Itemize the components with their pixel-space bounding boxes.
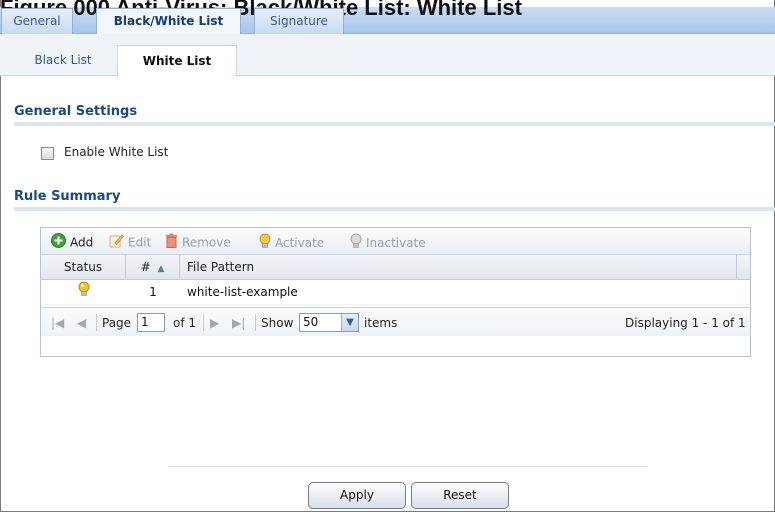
- pager-separator: [203, 314, 204, 331]
- reset-button[interactable]: Reset: [411, 482, 509, 509]
- edit-button[interactable]: Edit: [109, 233, 151, 251]
- tab-black-white-list[interactable]: Black/White List: [96, 8, 241, 35]
- page-label: Page: [102, 316, 132, 330]
- column-header-file-pattern[interactable]: File Pattern: [180, 255, 737, 280]
- file-pattern-cell: white-list-example: [187, 285, 298, 299]
- activate-label: Activate: [275, 236, 325, 250]
- sort-ascending-icon: ▲: [157, 264, 165, 274]
- pager-separator: [96, 314, 97, 331]
- edit-icon: [109, 233, 125, 253]
- tab-white-list[interactable]: White List: [117, 45, 237, 77]
- chevron-down-icon: ▼: [341, 314, 358, 331]
- page-count-label: of 1: [173, 316, 197, 330]
- tab-general[interactable]: General: [1, 8, 73, 34]
- footer-divider: [168, 466, 648, 467]
- rule-summary-rule: [14, 207, 775, 211]
- items-label: items: [364, 316, 398, 330]
- apply-button[interactable]: Apply: [308, 482, 406, 509]
- add-icon: [51, 233, 66, 253]
- activate-button[interactable]: Activate: [259, 233, 324, 251]
- table-row[interactable]: 1 white-list-example: [41, 280, 750, 305]
- add-label: Add: [70, 235, 94, 250]
- add-button[interactable]: Add: [51, 233, 93, 251]
- show-label: Show: [261, 316, 294, 330]
- displaying-status: Displaying 1 - 1 of 1: [625, 316, 746, 330]
- top-tab-bar: Figure 000 Anti-Virus: Black/White List:…: [0, 0, 775, 35]
- general-settings-rule: [14, 122, 775, 126]
- inactivate-label: Inactivate: [366, 236, 426, 250]
- tab-black-list[interactable]: Black List: [22, 45, 104, 76]
- lightbulb-off-icon: [350, 233, 362, 254]
- tab-signature[interactable]: Signature: [254, 8, 344, 34]
- page-number-input[interactable]: 1: [137, 313, 165, 332]
- last-page-icon[interactable]: ▶|: [232, 314, 245, 332]
- lightbulb-icon: [259, 233, 271, 254]
- pager-separator: [255, 314, 256, 331]
- edit-label: Edit: [128, 235, 152, 250]
- rule-summary-grid: Add Edit Remove Activate Inactivate Stat…: [40, 227, 751, 357]
- general-settings-title: General Settings: [14, 104, 138, 119]
- column-header-number[interactable]: # ▲: [126, 255, 180, 280]
- grid-header: Status # ▲ File Pattern: [41, 255, 750, 280]
- rule-summary-title: Rule Summary: [14, 189, 121, 204]
- grid-pager: |◀ ◀ Page 1 of 1 ▶ ▶| Show 50 ▼ items Di…: [41, 307, 750, 336]
- inactivate-button[interactable]: Inactivate: [350, 233, 426, 251]
- next-page-icon[interactable]: ▶: [210, 314, 219, 332]
- enable-white-list-label: Enable White List: [64, 145, 169, 159]
- sub-tab-bar: Black List White List: [0, 34, 775, 77]
- trash-icon: [165, 233, 178, 253]
- column-header-status-label: Status: [63, 260, 103, 274]
- page-size-select[interactable]: 50 ▼: [299, 313, 359, 332]
- grid-toolbar: Add Edit Remove Activate Inactivate: [41, 228, 750, 255]
- first-page-icon[interactable]: |◀: [51, 314, 64, 332]
- column-header-status[interactable]: Status: [41, 255, 126, 280]
- remove-label: Remove: [182, 235, 231, 250]
- remove-button[interactable]: Remove: [165, 233, 231, 251]
- enable-white-list-checkbox[interactable]: [41, 147, 54, 160]
- column-header-number-label: #: [140, 260, 151, 274]
- status-cell: [41, 280, 126, 305]
- column-header-file-pattern-label: File Pattern: [187, 260, 255, 274]
- number-cell: 1: [149, 285, 157, 299]
- lightbulb-on-icon: [78, 281, 90, 305]
- page-size-value: 50: [303, 315, 319, 329]
- previous-page-icon[interactable]: ◀: [77, 314, 86, 332]
